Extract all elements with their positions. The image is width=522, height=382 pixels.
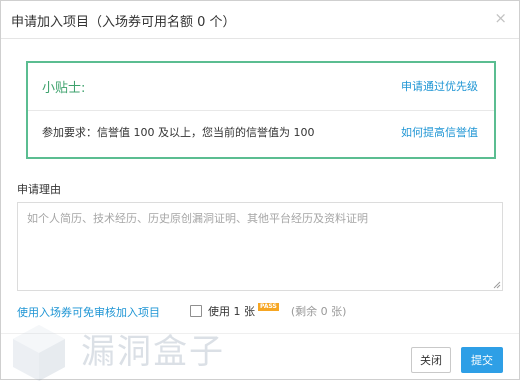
tips-header-row: 小贴士: 申请通过优先级 — [28, 63, 494, 111]
ticket-info-link[interactable]: 使用入场券可免审核加入项目 — [17, 304, 160, 320]
remaining-tickets: (剩余 0 张) — [290, 305, 347, 318]
resize-grip-icon[interactable] — [493, 281, 501, 289]
close-icon[interactable]: × — [494, 10, 507, 26]
watermark-text: 漏洞盒子 — [81, 332, 225, 372]
reason-label: 申请理由 — [17, 183, 61, 196]
use-ticket-checkbox[interactable] — [190, 305, 202, 317]
pass-badge: PASS — [258, 303, 279, 311]
requirement-text: 参加要求：信誉值 100 及以上，您当前的信誉值为 100 — [42, 126, 315, 139]
priority-link[interactable]: 申请通过优先级 — [401, 78, 478, 94]
improve-reputation-link[interactable]: 如何提高信誉值 — [401, 124, 478, 140]
submit-button[interactable]: 提交 — [461, 347, 503, 373]
close-button[interactable]: 关闭 — [411, 347, 451, 373]
apply-join-project-dialog: 申请加入项目（入场券可用名额 0 个） × 小贴士: 申请通过优先级 参加要求：… — [0, 0, 520, 381]
use-ticket-label: 使用 1 张 — [208, 305, 255, 318]
tips-box: 小贴士: 申请通过优先级 参加要求：信誉值 100 及以上，您当前的信誉值为 1… — [26, 61, 496, 159]
dialog-header: 申请加入项目（入场券可用名额 0 个） × — [1, 1, 519, 39]
tips-title: 小贴士: — [42, 81, 86, 96]
use-ticket-option[interactable]: 使用 1 张 PASS (剩余 0 张) — [190, 303, 346, 319]
reason-textarea[interactable] — [17, 202, 503, 291]
dialog-title: 申请加入项目（入场券可用名额 0 个） — [11, 15, 236, 30]
